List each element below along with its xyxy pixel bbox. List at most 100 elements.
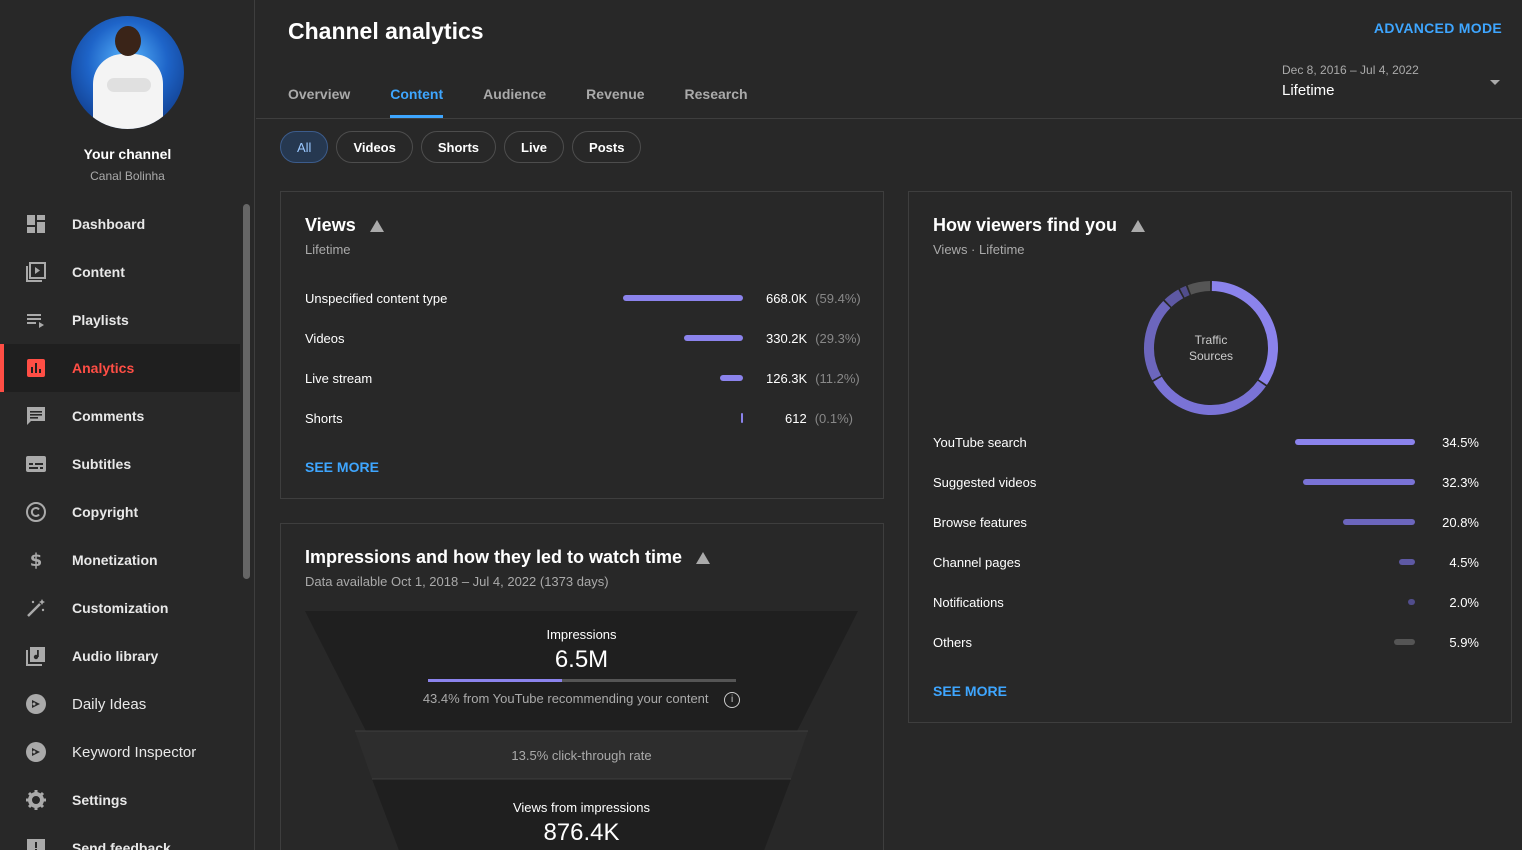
sidebar-item-comments[interactable]: Comments [0, 392, 240, 440]
customization-icon [24, 596, 48, 620]
donut-slice[interactable] [1179, 285, 1190, 298]
advanced-mode-button[interactable]: ADVANCED MODE [1374, 20, 1502, 36]
sidebar-item-dashboard[interactable]: Dashboard [0, 200, 240, 248]
content-type-filter: All Videos Shorts Live Posts [280, 131, 649, 163]
views-row[interactable]: Videos 330.2K (29.3%) [305, 328, 861, 348]
sidebar-scrollbar[interactable] [243, 204, 250, 579]
traffic-row-percent: 34.5% [1442, 434, 1479, 450]
traffic-sources-card: How viewers find you Views · Lifetime Tr… [908, 191, 1512, 723]
traffic-row[interactable]: Suggested videos 32.3% [933, 472, 1481, 492]
tab-bar: Overview Content Audience Revenue Resear… [288, 72, 788, 118]
dashboard-icon [24, 212, 48, 236]
sidebar-item-keyword-inspector[interactable]: Keyword Inspector [0, 728, 240, 776]
traffic-row[interactable]: Channel pages 4.5% [933, 552, 1481, 572]
warning-icon[interactable] [369, 219, 384, 232]
traffic-row[interactable]: Browse features 20.8% [933, 512, 1481, 532]
info-icon[interactable]: i [724, 691, 741, 708]
views-row-count: 612 [785, 410, 807, 426]
traffic-row[interactable]: YouTube search 34.5% [933, 432, 1481, 452]
views-row-value: 668.0K (59.4%) [766, 291, 876, 306]
sidebar-item-label: Daily Ideas [72, 695, 147, 713]
views-from-impressions-label: Views from impressions [512, 800, 651, 815]
chip-live[interactable]: Live [504, 131, 565, 163]
subtitles-icon [24, 452, 48, 476]
impressions-value: 6.5M [554, 646, 609, 673]
recommend-text: 43.4% from YouTube recommending your con… [422, 691, 709, 706]
sidebar-item-customization[interactable]: Customization [0, 584, 240, 632]
views-row-bar [623, 295, 743, 301]
card-title: How viewers find you [933, 215, 1146, 236]
sidebar-item-copyright[interactable]: Copyright [0, 488, 240, 536]
date-range-text[interactable]: Dec 8, 2016 – Jul 4, 2022 [1282, 63, 1419, 77]
recommend-bar-fill [428, 679, 562, 682]
see-more-button[interactable]: SEE MORE [933, 683, 1007, 699]
sidebar-item-label: Copyright [72, 504, 139, 520]
donut-slice[interactable] [1187, 281, 1211, 295]
tab-content[interactable]: Content [390, 72, 443, 118]
tab-research[interactable]: Research [685, 72, 748, 118]
header-divider [256, 118, 1522, 119]
see-more-button[interactable]: SEE MORE [305, 459, 379, 475]
monetization-icon: $ [24, 548, 48, 572]
settings-icon [24, 788, 48, 812]
feedback-icon [24, 836, 48, 850]
sidebar-item-label: Monetization [72, 552, 158, 568]
donut-center-label: Traffic Sources [1188, 333, 1234, 363]
channel-title: Your channel [83, 146, 172, 162]
traffic-row-label: YouTube search [933, 434, 1027, 450]
chip-shorts[interactable]: Shorts [420, 131, 497, 163]
views-row[interactable]: Unspecified content type 668.0K (59.4%) [305, 288, 861, 308]
traffic-row-bar [1302, 479, 1415, 485]
sidebar-item-playlists[interactable]: Playlists [0, 296, 240, 344]
chevron-down-icon[interactable] [1490, 80, 1500, 85]
sidebar-item-label: Settings [72, 792, 128, 808]
views-row-value: 126.3K (11.2%) [766, 371, 876, 386]
donut-slice[interactable] [1164, 289, 1184, 307]
tab-overview[interactable]: Overview [288, 72, 350, 118]
sidebar-item-analytics[interactable]: Analytics [0, 344, 240, 392]
content-icon [24, 260, 48, 284]
traffic-subtitle: Views · Lifetime [933, 242, 1025, 257]
warning-icon[interactable] [696, 551, 711, 564]
sidebar-nav: Dashboard Content Playlists Analytics Co… [0, 200, 240, 850]
impressions-title: Impressions and how they led to watch ti… [305, 547, 683, 567]
chip-posts[interactable]: Posts [572, 131, 642, 163]
sidebar-item-monetization[interactable]: $ Monetization [0, 536, 240, 584]
traffic-row[interactable]: Notifications 2.0% [933, 592, 1481, 612]
sidebar: Your channel Canal Bolinha Dashboard Con… [0, 0, 255, 850]
sidebar-item-settings[interactable]: Settings [0, 776, 240, 824]
date-period-selector[interactable]: Lifetime [1282, 82, 1335, 99]
sidebar-item-audio-library[interactable]: Audio library [0, 632, 240, 680]
channel-avatar[interactable] [71, 16, 184, 129]
warning-icon[interactable] [1131, 219, 1146, 232]
donut-slice[interactable] [1153, 376, 1266, 415]
sidebar-item-content[interactable]: Content [0, 248, 240, 296]
tab-revenue[interactable]: Revenue [586, 72, 644, 118]
views-row-label: Shorts [305, 410, 343, 426]
sidebar-item-subtitles[interactable]: Subtitles [0, 440, 240, 488]
views-row-percent: (11.2%) [815, 370, 860, 386]
sidebar-item-daily-ideas[interactable]: Daily Ideas [0, 680, 240, 728]
donut-slice[interactable] [1144, 300, 1171, 381]
views-card: Views Lifetime Unspecified content type 6… [280, 191, 884, 499]
views-row-count: 126.3K [766, 370, 808, 386]
sidebar-item-label: Playlists [72, 312, 129, 328]
traffic-row-bar [1408, 599, 1415, 605]
views-row[interactable]: Shorts 612 (0.1%) [305, 408, 861, 428]
chip-videos[interactable]: Videos [336, 131, 413, 163]
traffic-row-percent: 5.9% [1449, 634, 1479, 650]
views-row[interactable]: Live stream 126.3K (11.2%) [305, 368, 861, 388]
sidebar-item-send-feedback[interactable]: Send feedback [0, 824, 240, 850]
ctr-text: 13.5% click-through rate [511, 748, 652, 763]
sidebar-item-label: Comments [72, 408, 145, 424]
traffic-row[interactable]: Others 5.9% [933, 632, 1481, 652]
daily-ideas-icon [24, 692, 48, 716]
views-row-bar [720, 375, 743, 381]
sidebar-item-label: Content [72, 264, 125, 280]
impressions-card: Impressions and how they led to watch ti… [280, 523, 884, 850]
chip-all[interactable]: All [280, 131, 329, 163]
traffic-row-percent: 2.0% [1449, 594, 1479, 610]
tab-audience[interactable]: Audience [483, 72, 546, 118]
playlists-icon [24, 308, 48, 332]
impressions-label: Impressions [546, 627, 617, 642]
